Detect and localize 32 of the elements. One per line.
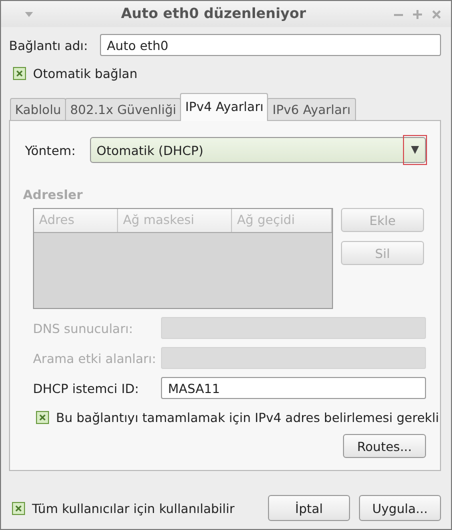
method-dropdown[interactable]: Otomatik (DHCP) <box>90 137 426 163</box>
checkbox[interactable] <box>12 502 25 514</box>
dialog-button[interactable]: Uygula... <box>359 495 441 521</box>
tab[interactable]: 802.1x Güvenliği <box>65 98 182 121</box>
field-label: Arama etki alanları: <box>33 350 158 366</box>
tab[interactable]: IPv6 Ayarları <box>267 98 356 121</box>
window-title: Auto eth0 düzenleniyor <box>120 6 308 22</box>
column-header: Ağ maskesi <box>118 209 232 232</box>
checkbox[interactable] <box>13 67 26 80</box>
field-label: DHCP istemci ID: <box>33 380 140 396</box>
window-menu-icon[interactable] <box>25 12 33 16</box>
check-mark-icon <box>15 504 22 512</box>
close-icon[interactable] <box>432 10 441 18</box>
field-label: DNS sunucuları: <box>33 320 134 336</box>
check-mark-icon <box>16 70 23 77</box>
field-label: Yöntem: <box>25 142 76 158</box>
checkbox[interactable] <box>36 411 49 424</box>
input-field[interactable]: MASA11 <box>161 377 426 399</box>
checkbox-label: Otomatik bağlan <box>33 66 138 81</box>
column-header: Ağ geçidi <box>232 209 332 232</box>
routes-button[interactable]: Routes... <box>343 434 426 458</box>
dialog-button[interactable]: İptal <box>268 495 350 521</box>
checkbox-label: Tüm kullanıcılar için kullanılabilir <box>32 500 234 516</box>
section-heading: Adresler <box>23 187 83 202</box>
tab[interactable]: Kablolu <box>10 98 66 121</box>
tab[interactable]: IPv4 Ayarları <box>180 93 268 121</box>
column-header: Adres <box>34 209 118 232</box>
maximize-icon[interactable] <box>413 10 422 18</box>
connection-name-field[interactable]: Auto eth0 <box>100 34 441 56</box>
checkbox-label: Bu bağlantıyı tamamlamak için IPv4 adres belirlemesi gerekli <box>56 410 439 425</box>
check-mark-icon <box>39 414 46 421</box>
field-label: Bağlantı adı: <box>9 38 88 52</box>
